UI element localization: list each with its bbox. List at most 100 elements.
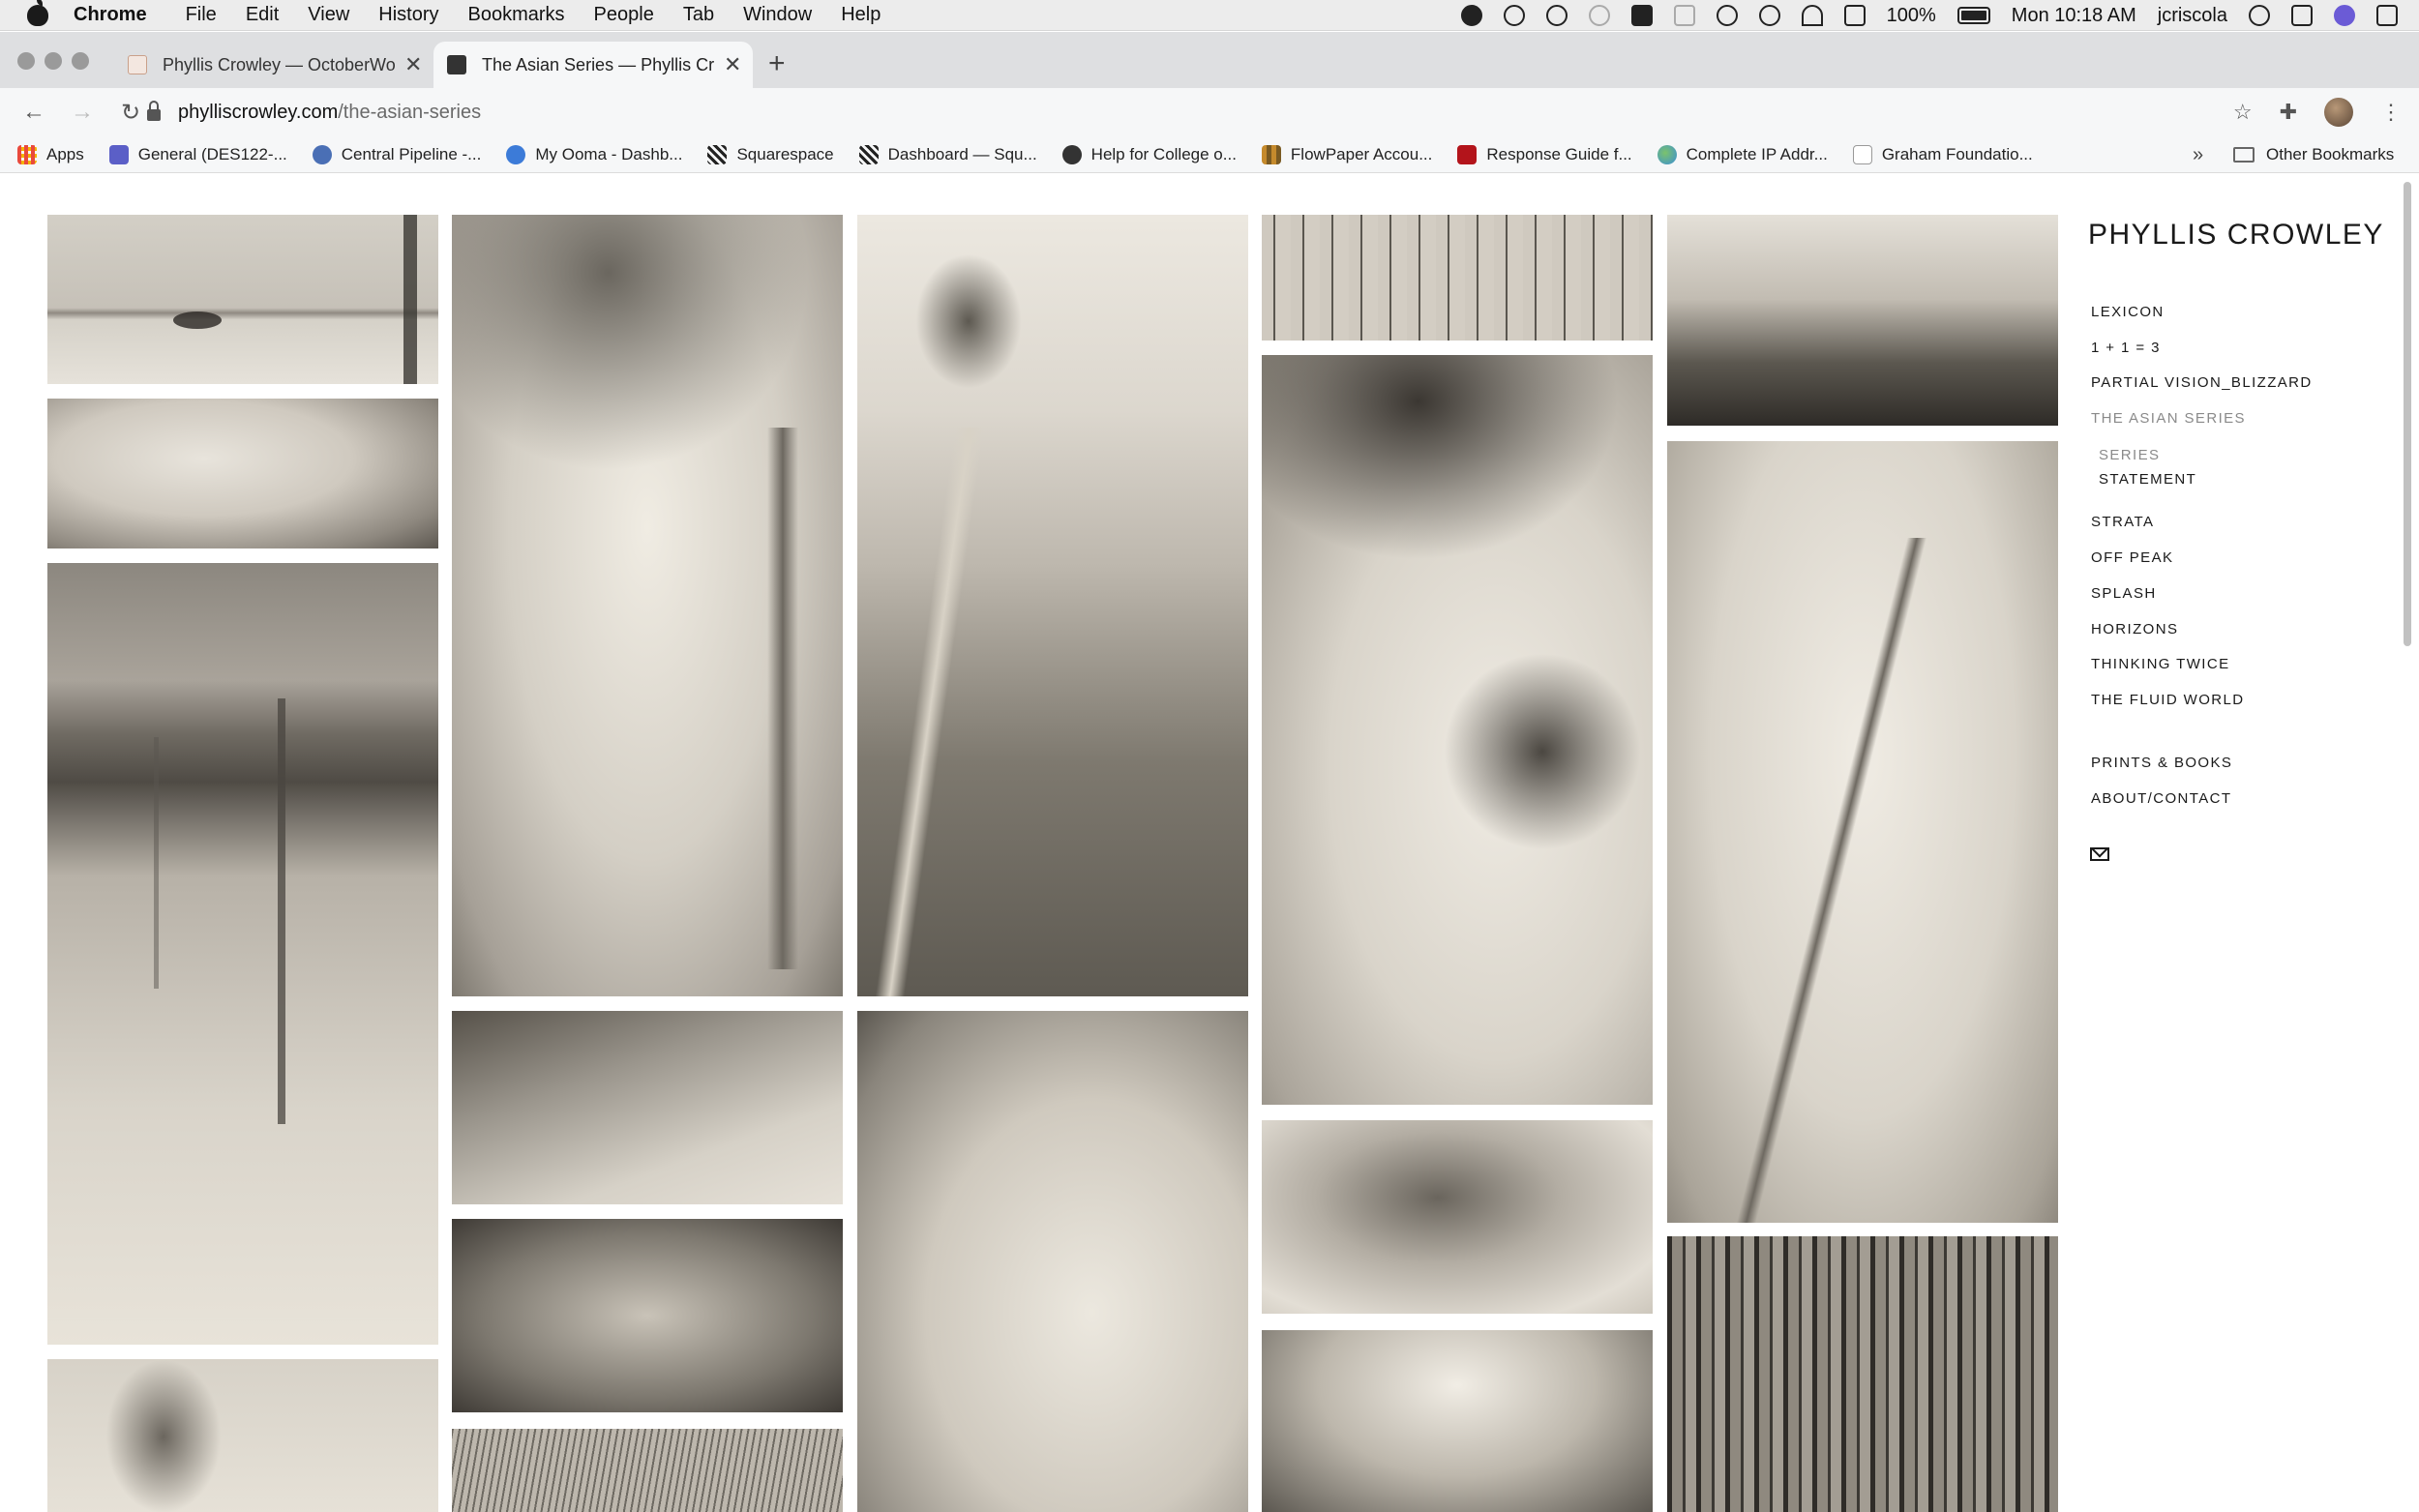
bookmark-dashboard-squarespace[interactable]: Dashboard — Squ... (858, 144, 1037, 164)
gallery-photo[interactable] (47, 1359, 438, 1512)
bookmark-help-for-college[interactable]: Help for College o... (1061, 144, 1237, 164)
tab-asian-series[interactable]: The Asian Series — Phyllis Cro ✕ (433, 42, 753, 88)
volume-icon[interactable] (1843, 5, 1866, 26)
bookmark-central-pipeline[interactable]: Central Pipeline -... (312, 144, 481, 164)
mail-icon[interactable] (2090, 847, 2109, 861)
gallery-photo[interactable] (857, 1011, 1248, 1512)
gallery-photo[interactable] (452, 1429, 843, 1512)
spotlight-search-icon[interactable] (2249, 5, 2270, 26)
menu-window[interactable]: Window (743, 4, 812, 26)
gallery-photo[interactable] (452, 1219, 843, 1412)
siri-icon[interactable] (2334, 5, 2355, 26)
wifi-icon[interactable] (1801, 5, 1823, 26)
nav-strata[interactable]: STRATA (2091, 514, 2154, 530)
menu-view[interactable]: View (308, 4, 349, 26)
bookmark-graham-foundation[interactable]: Graham Foundatio... (1852, 144, 2033, 164)
address-bar[interactable]: phylliscrowley.com/the-asian-series (147, 93, 2249, 132)
nav-prints-and-books[interactable]: PRINTS & BOOKS (2091, 755, 2232, 771)
site-title[interactable]: PHYLLIS CROWLEY (2088, 219, 2384, 252)
nav-lexicon[interactable]: LEXICON (2091, 304, 2165, 320)
phyllis-favicon-icon (128, 55, 147, 74)
bluetooth-icon[interactable] (1716, 5, 1738, 26)
gallery-photo[interactable] (1262, 355, 1653, 1105)
toolbar-actions: ☆ ✚ ⋮ (2233, 88, 2402, 136)
menu-tab[interactable]: Tab (683, 4, 714, 26)
pipeline-icon (312, 144, 332, 164)
menu-edit[interactable]: Edit (246, 4, 279, 26)
apple-logo-icon[interactable] (27, 0, 48, 26)
battery-icon[interactable] (1956, 7, 1990, 24)
gallery-photo[interactable] (1262, 1330, 1653, 1512)
user-name[interactable]: jcriscola (2158, 5, 2227, 27)
nav-1-plus-1-equals-3[interactable]: 1 + 1 = 3 (2091, 340, 2161, 356)
nav-sub-series[interactable]: SERIES (2099, 447, 2160, 463)
nav-the-fluid-world[interactable]: THE FLUID WORLD (2091, 692, 2245, 708)
extensions-puzzle-icon[interactable]: ✚ (2280, 100, 2297, 125)
time-machine-icon[interactable] (1758, 5, 1780, 26)
notification-center-icon[interactable] (2376, 5, 2398, 26)
menu-app-name[interactable]: Chrome (74, 4, 147, 26)
bookmark-squarespace[interactable]: Squarespace (707, 144, 834, 164)
bookmark-label: Apps (46, 144, 84, 163)
nav-partial-vision-blizzard[interactable]: PARTIAL VISION_BLIZZARD (2091, 374, 2313, 391)
nav-about-contact[interactable]: ABOUT/CONTACT (2091, 790, 2231, 807)
gallery-photo[interactable] (1667, 215, 2058, 426)
clock[interactable]: Mon 10:18 AM (2012, 5, 2136, 27)
new-tab-icon[interactable]: + (768, 47, 786, 80)
bookmark-flowpaper[interactable]: FlowPaper Accou... (1261, 144, 1432, 164)
chrome-menu-icon[interactable]: ⋮ (2380, 100, 2402, 125)
nav-the-asian-series[interactable]: THE ASIAN SERIES (2091, 410, 2246, 427)
bookmarks-bar: Apps General (DES122-... Central Pipelin… (0, 136, 2419, 173)
menu-bookmarks[interactable]: Bookmarks (468, 4, 565, 26)
profile-avatar[interactable] (2324, 98, 2353, 127)
gallery-photo[interactable] (1667, 1236, 2058, 1512)
bookmark-response-guide[interactable]: Response Guide f... (1457, 144, 1632, 164)
gallery-photo[interactable] (857, 215, 1248, 996)
bookmark-complete-ip[interactable]: Complete IP Addr... (1657, 144, 1828, 164)
menu-people[interactable]: People (594, 4, 654, 26)
tab-octoberworks[interactable]: Phyllis Crowley — OctoberWor ✕ (114, 42, 430, 88)
more-bookmarks-chevron-icon[interactable]: » (2193, 144, 2203, 166)
menu-history[interactable]: History (378, 4, 438, 26)
bookmark-general[interactable]: General (DES122-... (108, 144, 287, 164)
close-tab-icon[interactable]: ✕ (404, 52, 422, 77)
bookmark-my-ooma[interactable]: My Ooma - Dashb... (506, 144, 682, 164)
nav-splash[interactable]: SPLASH (2091, 585, 2157, 602)
gallery-photo[interactable] (1262, 215, 1653, 341)
spinner-icon[interactable] (1588, 5, 1610, 26)
gallery-photo[interactable] (47, 563, 438, 1345)
menu-help[interactable]: Help (841, 4, 881, 26)
lock-icon[interactable] (147, 101, 161, 121)
bookmark-label: General (DES122-... (137, 144, 287, 163)
accessibility-icon[interactable] (1545, 5, 1568, 26)
gallery-photo[interactable] (47, 399, 438, 548)
creative-cloud-icon[interactable] (1460, 5, 1482, 26)
drive-icon[interactable] (1673, 5, 1695, 26)
other-bookmarks[interactable]: Other Bookmarks (2233, 136, 2394, 173)
nav-horizons[interactable]: HORIZONS (2091, 621, 2178, 637)
url-path: /the-asian-series (338, 101, 482, 123)
gallery-photo[interactable] (452, 1011, 843, 1204)
gallery-photo[interactable] (1667, 441, 2058, 1223)
sync-icon[interactable] (1503, 5, 1525, 26)
gallery-photo[interactable] (1262, 1120, 1653, 1314)
nav-sub-statement[interactable]: STATEMENT (2099, 471, 2196, 488)
reload-icon[interactable]: ↻ (116, 99, 145, 127)
bookmark-apps[interactable]: Apps (17, 144, 84, 164)
bookmark-star-icon[interactable]: ☆ (2233, 100, 2253, 125)
minimize-window-icon[interactable] (45, 52, 62, 70)
page-scrollbar[interactable] (2404, 182, 2411, 646)
nav-thinking-twice[interactable]: THINKING TWICE (2091, 656, 2230, 672)
url-host: phylliscrowley.com (178, 101, 339, 123)
back-arrow-icon[interactable]: ← (19, 99, 48, 126)
screen-icon[interactable] (2291, 5, 2313, 26)
menu-file[interactable]: File (186, 4, 217, 26)
gallery-photo[interactable] (452, 215, 843, 996)
forward-arrow-icon[interactable]: → (68, 99, 97, 126)
zoom-window-icon[interactable] (72, 52, 89, 70)
gmail-icon[interactable] (1630, 5, 1653, 26)
nav-off-peak[interactable]: OFF PEAK (2091, 549, 2173, 566)
gallery-photo[interactable] (47, 215, 438, 384)
close-tab-icon[interactable]: ✕ (724, 52, 741, 77)
close-window-icon[interactable] (17, 52, 35, 70)
